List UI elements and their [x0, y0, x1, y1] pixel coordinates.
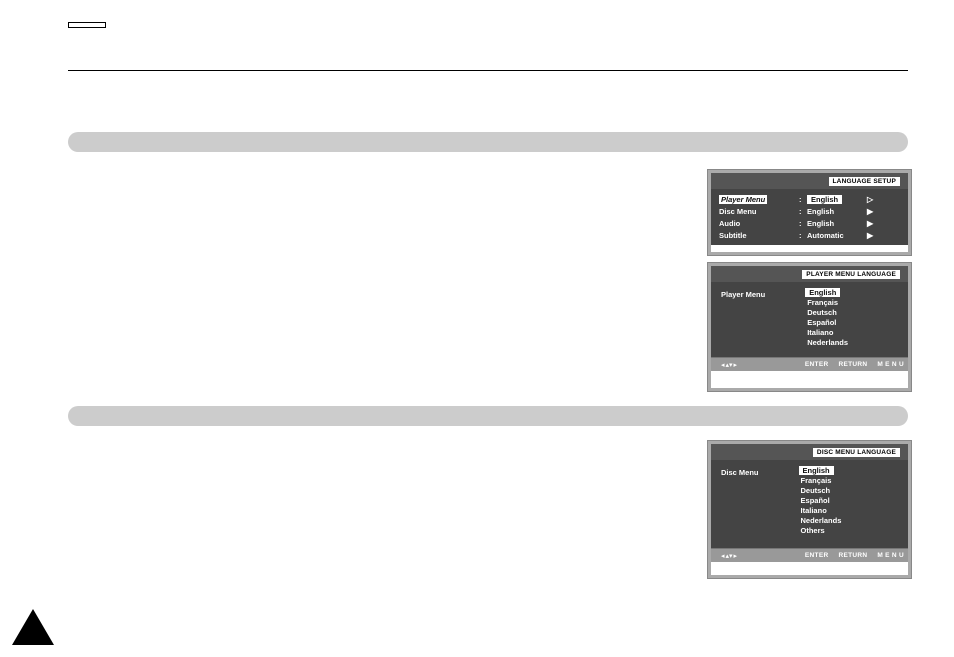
row-label: Player Menu: [719, 195, 767, 204]
lang-option[interactable]: Français: [799, 476, 842, 485]
row-label: Disc Menu: [719, 207, 799, 216]
chevron-right-icon: ▶: [867, 219, 873, 228]
osd-footer: ◂▴▾▸ ENTER RETURN M E N U: [711, 548, 908, 562]
nav-arrows-icon: ◂▴▾▸: [721, 361, 737, 369]
enter-button[interactable]: ENTER: [805, 552, 829, 559]
colon: :: [799, 207, 807, 216]
section-heading-2: [68, 406, 908, 426]
colon: :: [799, 219, 807, 228]
menu-button[interactable]: M E N U: [877, 361, 904, 368]
osd-footer: ◂▴▾▸ ENTER RETURN M E N U: [711, 357, 908, 371]
menu-label: Disc Menu: [721, 466, 759, 542]
osd-title: DISC MENU LANGUAGE: [813, 448, 900, 457]
row-label: Subtitle: [719, 231, 799, 240]
lang-option[interactable]: Nederlands: [799, 516, 842, 525]
colon: :: [799, 231, 807, 240]
lang-option[interactable]: Nederlands: [805, 338, 848, 347]
osd-body: Player Menu English Français Deutsch Esp…: [711, 282, 908, 357]
lang-option[interactable]: Italiano: [805, 328, 848, 337]
lang-option[interactable]: Deutsch: [799, 486, 842, 495]
lang-option-selected[interactable]: English: [799, 466, 834, 475]
section-heading-1: [68, 132, 908, 152]
chevron-right-icon: ▷: [867, 195, 873, 204]
chevron-right-icon: ▶: [867, 231, 873, 240]
osd-language-setup: LANGUAGE SETUP Player Menu : English ▷ D…: [708, 170, 911, 255]
menu-label: Player Menu: [721, 288, 765, 351]
language-list: English Français Deutsch Español Italian…: [799, 466, 842, 542]
lang-option[interactable]: Italiano: [799, 506, 842, 515]
chevron-right-icon: ▶: [867, 207, 873, 216]
osd-disc-menu-language: DISC MENU LANGUAGE Disc Menu English Fra…: [708, 441, 911, 578]
row-value: English: [807, 195, 842, 204]
nav-arrows-icon: ◂▴▾▸: [721, 552, 737, 560]
osd-header: LANGUAGE SETUP: [711, 173, 908, 189]
menu-row-player[interactable]: Player Menu : English ▷: [719, 193, 900, 205]
lang-option[interactable]: Others: [799, 526, 842, 535]
return-button[interactable]: RETURN: [838, 361, 867, 368]
lang-option[interactable]: Español: [799, 496, 842, 505]
colon: :: [799, 195, 807, 204]
row-value: Automatic: [807, 231, 867, 240]
osd-header: PLAYER MENU LANGUAGE: [711, 266, 908, 282]
language-list: English Français Deutsch Español Italian…: [805, 288, 848, 351]
lang-option[interactable]: Español: [805, 318, 848, 327]
menu-row-disc[interactable]: Disc Menu : English ▶: [719, 205, 900, 217]
divider-line: [68, 70, 908, 71]
lang-option[interactable]: Deutsch: [805, 308, 848, 317]
osd-header: DISC MENU LANGUAGE: [711, 444, 908, 460]
menu-row-subtitle[interactable]: Subtitle : Automatic ▶: [719, 229, 900, 241]
row-value: English: [807, 219, 867, 228]
osd-title: LANGUAGE SETUP: [829, 177, 900, 186]
return-button[interactable]: RETURN: [838, 552, 867, 559]
page-corner-icon: [12, 609, 54, 645]
osd-body: Player Menu : English ▷ Disc Menu : Engl…: [711, 189, 908, 245]
osd-title: PLAYER MENU LANGUAGE: [802, 270, 900, 279]
row-label: Audio: [719, 219, 799, 228]
menu-button[interactable]: M E N U: [877, 552, 904, 559]
row-value: English: [807, 207, 867, 216]
osd-body: Disc Menu English Français Deutsch Españ…: [711, 460, 908, 548]
enter-button[interactable]: ENTER: [805, 361, 829, 368]
lang-option-selected[interactable]: English: [805, 288, 840, 297]
page-tab: [68, 22, 106, 28]
osd-player-menu-language: PLAYER MENU LANGUAGE Player Menu English…: [708, 263, 911, 391]
lang-option[interactable]: Français: [805, 298, 848, 307]
menu-row-audio[interactable]: Audio : English ▶: [719, 217, 900, 229]
